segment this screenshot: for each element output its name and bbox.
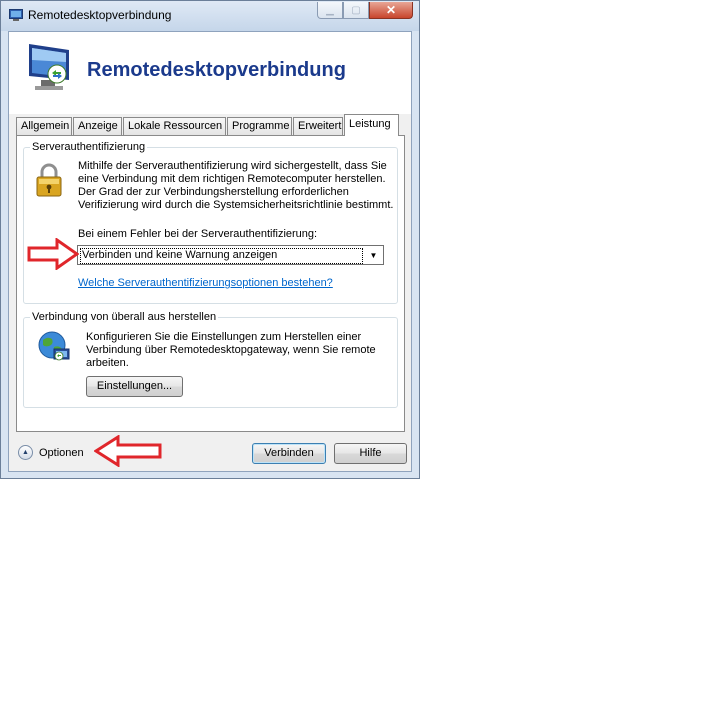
maximize-icon: ▢ bbox=[351, 4, 361, 16]
tab-leistung[interactable]: Leistung bbox=[344, 114, 399, 136]
chevron-down-icon: ▼ bbox=[369, 250, 378, 260]
minimize-button[interactable]: ▁ bbox=[317, 2, 343, 19]
tab-erweitert[interactable]: Erweitert bbox=[293, 117, 343, 135]
gateway-line-1: Konfigurieren Sie die Einstellungen zum … bbox=[86, 331, 362, 343]
options-label: Optionen bbox=[39, 446, 84, 459]
banner: Remotedesktopverbindung bbox=[9, 32, 411, 114]
server-auth-line-4: Verifizierung wird durch die Systemsiche… bbox=[78, 199, 394, 211]
monitor-icon bbox=[29, 44, 69, 90]
tab-allgemein[interactable]: Allgemein bbox=[16, 117, 72, 135]
chevron-up-icon: ▲ bbox=[18, 445, 33, 460]
connect-button[interactable]: Verbinden bbox=[252, 443, 326, 464]
tab-programme[interactable]: Programme bbox=[227, 117, 292, 135]
tab-label: Anzeige bbox=[78, 120, 118, 132]
server-auth-group: Serverauthentifizierung Mithilfe der Ser… bbox=[23, 141, 398, 304]
tab-label: Lokale Ressourcen bbox=[128, 120, 223, 132]
close-icon: ✕ bbox=[385, 3, 397, 17]
maximize-button[interactable]: ▢ bbox=[343, 2, 369, 19]
server-auth-line-3: Der Grad der zur Verbindungsherstellung … bbox=[78, 186, 349, 198]
globe-computer-icon bbox=[38, 331, 70, 361]
window-title: Remotedesktopverbindung bbox=[28, 8, 172, 22]
options-toggle[interactable]: ▲ Optionen bbox=[18, 445, 84, 460]
auth-failure-dropdown[interactable]: Verbinden und keine Warnung anzeigen ▼ bbox=[77, 245, 384, 265]
close-button[interactable]: ✕ bbox=[369, 2, 413, 19]
annotation-arrow-dropdown bbox=[27, 238, 79, 270]
tab-lokale-ressourcen[interactable]: Lokale Ressourcen bbox=[123, 117, 226, 135]
annotation-arrow-options bbox=[94, 435, 162, 467]
auth-failure-dropdown-value: Verbinden und keine Warnung anzeigen bbox=[80, 248, 363, 264]
padlock-icon bbox=[36, 163, 62, 197]
remote-desktop-icon bbox=[9, 9, 23, 21]
minimize-icon: ▁ bbox=[326, 4, 334, 16]
tab-label: Leistung bbox=[349, 118, 391, 130]
banner-title: Remotedesktopverbindung bbox=[87, 59, 346, 81]
title-bar[interactable]: Remotedesktopverbindung ▁ ▢ ✕ bbox=[1, 1, 419, 31]
server-auth-group-label: Serverauthentifizierung bbox=[30, 141, 148, 153]
auth-failure-label: Bei einem Fehler bei der Serverauthentif… bbox=[78, 228, 318, 240]
tab-label: Programme bbox=[232, 120, 290, 132]
gateway-group: Verbindung von überall aus herstellen Ko… bbox=[23, 311, 398, 408]
tab-label: Allgemein bbox=[21, 120, 70, 132]
tab-label: Erweitert bbox=[298, 120, 342, 132]
tab-panel-leistung: Serverauthentifizierung Mithilfe der Ser… bbox=[16, 135, 405, 432]
settings-button[interactable]: Einstellungen... bbox=[86, 376, 183, 397]
gateway-group-label: Verbindung von überall aus herstellen bbox=[30, 311, 219, 323]
server-auth-line-2: eine Verbindung mit dem richtigen Remote… bbox=[78, 173, 386, 185]
gateway-line-2: Verbindung über Remotedesktopgateway, we… bbox=[86, 344, 376, 356]
caption-buttons: ▁ ▢ ✕ bbox=[317, 2, 413, 20]
tab-anzeige[interactable]: Anzeige bbox=[73, 117, 122, 135]
dropdown-arrow-button[interactable]: ▼ bbox=[365, 247, 382, 263]
help-button[interactable]: Hilfe bbox=[334, 443, 407, 464]
gateway-line-3: arbeiten. bbox=[86, 357, 129, 369]
server-auth-options-link[interactable]: Welche Serverauthentifizierungsoptionen … bbox=[78, 277, 333, 289]
server-auth-line-1: Mithilfe der Serverauthentifizierung wir… bbox=[78, 160, 387, 172]
